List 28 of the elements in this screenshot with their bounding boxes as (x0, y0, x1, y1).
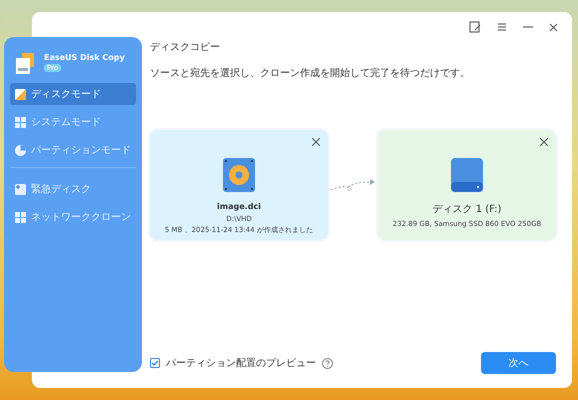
windows-icon (15, 116, 26, 128)
preview-label: パーティション配置のプレビュー (166, 356, 316, 370)
source-name: image.dci (217, 202, 261, 211)
next-button[interactable]: 次へ (481, 352, 556, 374)
help-icon[interactable] (322, 358, 333, 368)
sidebar-item[interactable]: 緊急ディスク (10, 178, 136, 200)
disc-image-icon (223, 158, 255, 192)
app-logo-icon (16, 53, 36, 75)
target-name: ディスク 1 (F:) (432, 203, 502, 216)
sidebar-item[interactable]: パーティションモード (10, 139, 136, 161)
menu-icon[interactable] (497, 22, 507, 32)
preview-checkbox[interactable] (150, 358, 160, 368)
close-icon[interactable] (540, 138, 548, 146)
windows-icon (15, 212, 26, 222)
page-description: ソースと宛先を選択し、クローン作成を開始して完了を待つだけです。 (150, 66, 471, 80)
arrow-icon (330, 178, 376, 192)
sidebar-item[interactable]: ディスクモード (10, 83, 136, 105)
close-icon[interactable] (312, 138, 320, 146)
sidebar-item[interactable]: システムモード (10, 111, 136, 133)
sidebar-item[interactable]: ネットワーククローン (10, 206, 136, 228)
minimize-icon[interactable] (523, 26, 533, 28)
disk-icon (15, 88, 26, 100)
close-icon[interactable] (549, 22, 558, 32)
page-title: ディスクコピー (150, 41, 221, 54)
drive-icon (451, 158, 483, 192)
app-name: EaseUS Disk Copy (44, 53, 125, 62)
feedback-icon[interactable] (469, 21, 481, 33)
pie-chart-icon (15, 144, 26, 156)
